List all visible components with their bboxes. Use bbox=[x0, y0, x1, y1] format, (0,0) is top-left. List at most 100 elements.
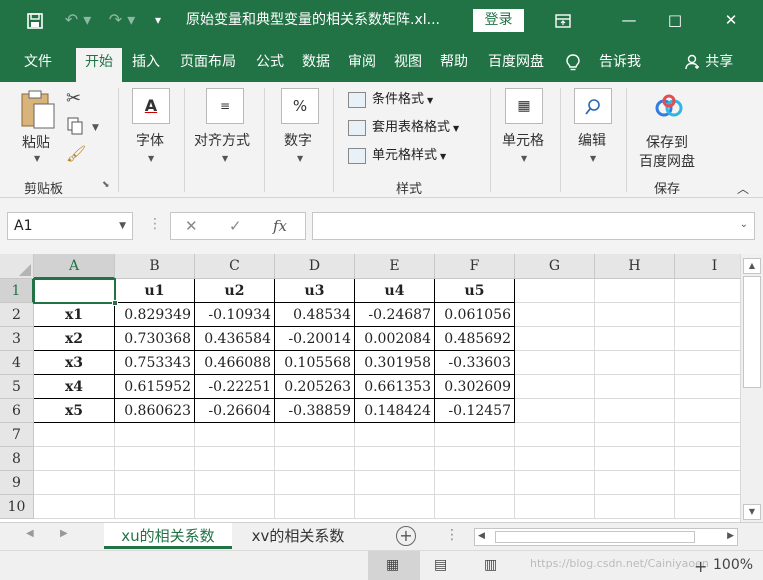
tell-me-search[interactable]: 告诉我 bbox=[592, 48, 648, 82]
cell-f7[interactable] bbox=[435, 423, 515, 447]
cell-h2[interactable] bbox=[595, 303, 675, 327]
cell-c3[interactable]: 0.436584 bbox=[195, 327, 275, 351]
scroll-right-icon[interactable]: ▶ bbox=[727, 531, 734, 541]
paste-label[interactable]: 粘贴 bbox=[22, 132, 50, 152]
cancel-icon[interactable]: ✕ bbox=[185, 217, 198, 235]
lightbulb-icon[interactable] bbox=[562, 48, 584, 82]
tab-file[interactable]: 文件 bbox=[14, 48, 62, 82]
collapse-ribbon-icon[interactable]: ︿ bbox=[737, 180, 749, 197]
dialog-launcher-icon[interactable]: ⬊ bbox=[102, 180, 110, 190]
tab-home[interactable]: 开始 bbox=[76, 48, 122, 82]
cell-h8[interactable] bbox=[595, 447, 675, 471]
cell-f3[interactable]: 0.485692 bbox=[435, 327, 515, 351]
cells-dropdown-icon[interactable]: ▼ bbox=[521, 154, 527, 163]
cell-f2[interactable]: 0.061056 bbox=[435, 303, 515, 327]
tab-data[interactable]: 数据 bbox=[296, 48, 336, 82]
cell-e3[interactable]: 0.002084 bbox=[355, 327, 435, 351]
restore-button[interactable]: □ bbox=[652, 0, 698, 40]
cell-b3[interactable]: 0.730368 bbox=[115, 327, 195, 351]
cell-i3[interactable] bbox=[675, 327, 740, 351]
cell-a9[interactable] bbox=[34, 471, 115, 495]
cut-icon[interactable]: ✂ bbox=[66, 88, 81, 109]
cell-i6[interactable] bbox=[675, 399, 740, 423]
cell-c8[interactable] bbox=[195, 447, 275, 471]
editing-label[interactable]: 编辑 bbox=[578, 130, 606, 150]
cell-a6[interactable]: x5 bbox=[34, 399, 115, 423]
tab-review[interactable]: 审阅 bbox=[342, 48, 382, 82]
cell-h10[interactable] bbox=[595, 495, 675, 519]
ribbon-display-options-icon[interactable] bbox=[540, 0, 586, 40]
scroll-left-icon[interactable]: ◀ bbox=[478, 531, 485, 541]
cell-a8[interactable] bbox=[34, 447, 115, 471]
insert-function-icon[interactable]: fx bbox=[273, 217, 287, 235]
cell-f8[interactable] bbox=[435, 447, 515, 471]
cell-d9[interactable] bbox=[275, 471, 355, 495]
cell-f9[interactable] bbox=[435, 471, 515, 495]
row-header-8[interactable]: 8 bbox=[0, 447, 34, 471]
cell-f5[interactable]: 0.302609 bbox=[435, 375, 515, 399]
cell-g7[interactable] bbox=[515, 423, 595, 447]
cell-b2[interactable]: 0.829349 bbox=[115, 303, 195, 327]
cell-d6[interactable]: -0.38859 bbox=[275, 399, 355, 423]
cell-a3[interactable]: x2 bbox=[34, 327, 115, 351]
cell-i10[interactable] bbox=[675, 495, 740, 519]
baidu-netdisk-icon[interactable] bbox=[654, 94, 684, 120]
cell-f6[interactable]: -0.12457 bbox=[435, 399, 515, 423]
cell-c7[interactable] bbox=[195, 423, 275, 447]
cell-i7[interactable] bbox=[675, 423, 740, 447]
undo-icon[interactable]: ↶ ▾ bbox=[58, 0, 98, 40]
share-button[interactable]: 共享 bbox=[678, 48, 740, 82]
redo-icon[interactable]: ↷ ▾ bbox=[102, 0, 142, 40]
cell-c10[interactable] bbox=[195, 495, 275, 519]
cell-g4[interactable] bbox=[515, 351, 595, 375]
save-icon[interactable] bbox=[18, 0, 52, 40]
font-label[interactable]: 字体 bbox=[136, 130, 164, 150]
format-as-table-button[interactable]: 套用表格格式 ▼ bbox=[348, 116, 459, 140]
cell-g1[interactable] bbox=[515, 279, 595, 303]
cell-c6[interactable]: -0.26604 bbox=[195, 399, 275, 423]
cell-g8[interactable] bbox=[515, 447, 595, 471]
cell-d2[interactable]: 0.48534 bbox=[275, 303, 355, 327]
cells-label[interactable]: 单元格 bbox=[502, 130, 544, 150]
cell-a4[interactable]: x3 bbox=[34, 351, 115, 375]
tab-insert[interactable]: 插入 bbox=[126, 48, 166, 82]
cell-g2[interactable] bbox=[515, 303, 595, 327]
row-header-7[interactable]: 7 bbox=[0, 423, 34, 447]
percent-icon[interactable]: % bbox=[281, 88, 319, 124]
cell-b5[interactable]: 0.615952 bbox=[115, 375, 195, 399]
column-header-i[interactable]: I bbox=[675, 254, 740, 279]
row-header-10[interactable]: 10 bbox=[0, 495, 34, 519]
cell-b7[interactable] bbox=[115, 423, 195, 447]
cell-g6[interactable] bbox=[515, 399, 595, 423]
formula-input[interactable]: ⌄ bbox=[312, 212, 755, 240]
cell-i9[interactable] bbox=[675, 471, 740, 495]
column-header-f[interactable]: F bbox=[435, 254, 515, 279]
cell-e1[interactable]: u4 bbox=[355, 279, 435, 303]
cell-e5[interactable]: 0.661353 bbox=[355, 375, 435, 399]
paste-dropdown-icon[interactable]: ▼ bbox=[34, 154, 40, 163]
font-icon[interactable]: A bbox=[132, 88, 170, 124]
save-to-baidu-line1[interactable]: 保存到 bbox=[646, 132, 688, 152]
cell-f1[interactable]: u5 bbox=[435, 279, 515, 303]
column-header-c[interactable]: C bbox=[195, 254, 275, 279]
cell-h3[interactable] bbox=[595, 327, 675, 351]
login-button[interactable]: 登录 bbox=[473, 9, 524, 32]
tab-split-handle[interactable]: ⋮ bbox=[445, 527, 459, 543]
sheet-tab-xu[interactable]: xu的相关系数 bbox=[104, 523, 232, 549]
cell-b1[interactable]: u1 bbox=[115, 279, 195, 303]
cell-styles-button[interactable]: 单元格样式 ▼ bbox=[348, 144, 446, 168]
cell-c2[interactable]: -0.10934 bbox=[195, 303, 275, 327]
alignment-label[interactable]: 对齐方式 bbox=[194, 130, 250, 150]
vertical-scrollbar[interactable]: ▲ ▼ bbox=[740, 254, 763, 522]
cell-d10[interactable] bbox=[275, 495, 355, 519]
row-header-5[interactable]: 5 bbox=[0, 375, 34, 399]
conditional-format-button[interactable]: 条件格式 ▼ bbox=[348, 88, 433, 112]
tab-view[interactable]: 视图 bbox=[388, 48, 428, 82]
minimize-button[interactable]: — bbox=[606, 0, 652, 40]
page-break-view-icon[interactable]: ▥ bbox=[484, 557, 497, 573]
font-dropdown-icon[interactable]: ▼ bbox=[148, 154, 154, 163]
cell-e6[interactable]: 0.148424 bbox=[355, 399, 435, 423]
copy-icon[interactable]: ▼ bbox=[66, 116, 102, 136]
prev-sheet-icon[interactable]: ◀ bbox=[26, 528, 34, 539]
row-header-1[interactable]: 1 bbox=[0, 279, 34, 303]
